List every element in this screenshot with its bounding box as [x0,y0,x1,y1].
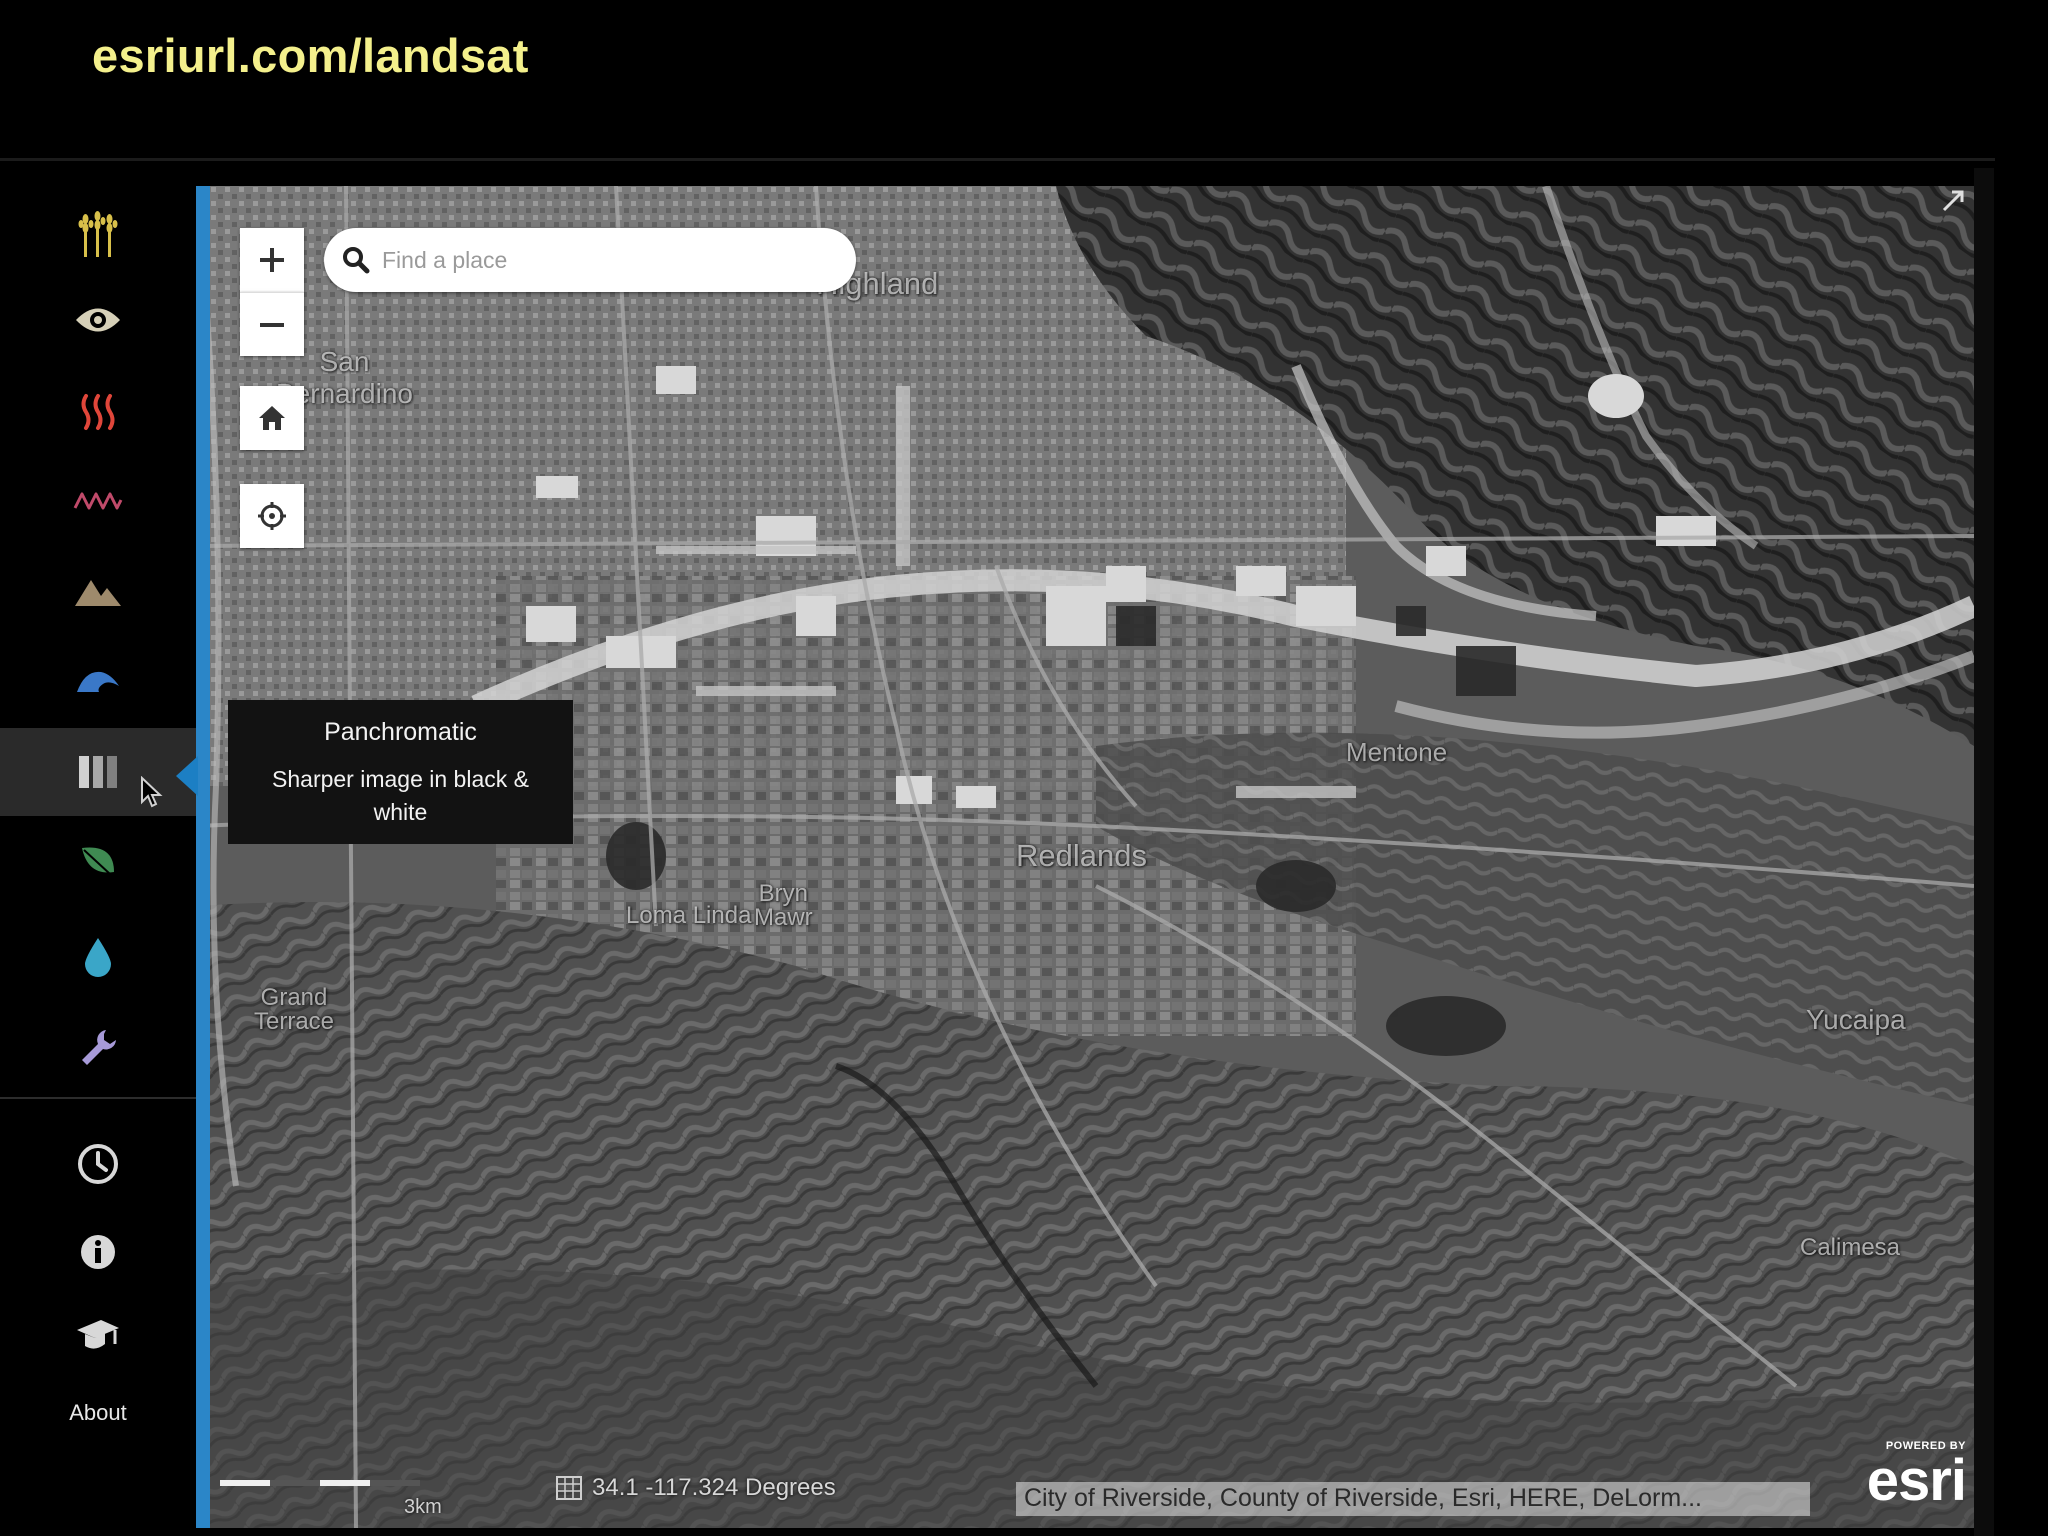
wheat-icon [78,211,118,257]
zoom-out-button[interactable] [240,292,304,356]
sidebar-item-vegetation-index[interactable] [0,818,196,906]
map-label-grand-terrace: Grand Terrace [254,984,335,1035]
layer-tooltip: Panchromatic Sharper image in black & wh… [228,700,573,844]
eye-icon [76,308,120,332]
sidebar-item-color-infrared[interactable] [0,458,196,546]
map-label-bryn-mawr: Bryn Mawr [754,880,813,931]
scale-bar [220,1480,420,1486]
coordinates-readout: 34.1 -117.324 Degrees [556,1474,836,1502]
search-box[interactable] [324,228,856,292]
map-attribution[interactable]: City of Riverside, County of Riverside, … [1016,1482,1810,1516]
search-input[interactable] [382,246,822,274]
mouse-cursor-icon [141,776,163,808]
map-view[interactable]: Highland San Bernardino Mentone Redlands… [196,186,1974,1528]
esri-logo[interactable]: POWERED BY esri [1826,1440,1967,1520]
map-right-band [1974,168,1994,1536]
zoom-in-button[interactable] [240,228,304,292]
graduation-cap-icon [77,1320,119,1349]
sidebar-item-panchromatic[interactable] [0,728,196,816]
home-button[interactable] [240,386,304,450]
sidebar-item-custom[interactable] [0,1004,196,1092]
scale-label: 3km [404,1496,442,1518]
wrench-icon [82,1030,116,1065]
bars-icon [79,756,117,788]
plus-icon [260,248,284,272]
tooltip-title: Panchromatic [324,718,477,746]
mountains-icon [75,580,121,606]
sidebar-item-moisture-index[interactable] [0,913,196,1001]
sidebar-item-geology[interactable] [0,547,196,635]
sidebar-separator [0,1097,196,1099]
search-icon [343,247,370,274]
minus-icon [260,322,284,327]
map-label-redlands: Redlands [1016,838,1147,873]
home-icon [259,406,285,430]
sidebar-item-bathymetric[interactable] [0,636,196,724]
info-icon [81,1235,115,1269]
water-drop-icon [85,938,111,977]
expand-icon[interactable] [1940,188,1966,214]
heat-waves-icon [81,394,115,430]
sidebar-item-education[interactable] [0,1292,196,1380]
sidebar: About [0,168,196,1536]
sidebar-item-time[interactable] [0,1120,196,1208]
map-label-yucaipa: Yucaipa [1806,1004,1906,1035]
map-label-loma-linda: Loma Linda [626,902,752,929]
leaf-icon [82,847,114,875]
sidebar-item-info[interactable] [0,1208,196,1296]
sidebar-about-label[interactable]: About [0,1400,196,1426]
top-divider [0,158,1995,161]
zigzag-wave-icon [73,492,123,510]
sidebar-item-agriculture[interactable] [0,191,196,279]
clock-icon [78,1144,118,1184]
map-label-calimesa: Calimesa [1800,1234,1901,1261]
landsat-app-screen: esriurl.com/landsat About Highland San B… [0,0,2048,1536]
locate-button[interactable] [240,484,304,548]
map-label-mentone: Mentone [1346,737,1448,767]
map-left-edge [196,186,210,1528]
sidebar-item-natural-color[interactable] [0,276,196,364]
sidebar-item-thermal[interactable] [0,368,196,456]
locate-icon [258,502,286,530]
wave-icon [77,671,119,692]
esri-wordmark: esri [1866,1448,1967,1513]
url-banner: esriurl.com/landsat [92,29,529,82]
tooltip-description: Sharper image in black & white [272,766,529,825]
tooltip-pointer [176,756,198,796]
coordinates-text: 34.1 -117.324 Degrees [592,1474,836,1501]
map-grid-icon [556,1476,582,1500]
